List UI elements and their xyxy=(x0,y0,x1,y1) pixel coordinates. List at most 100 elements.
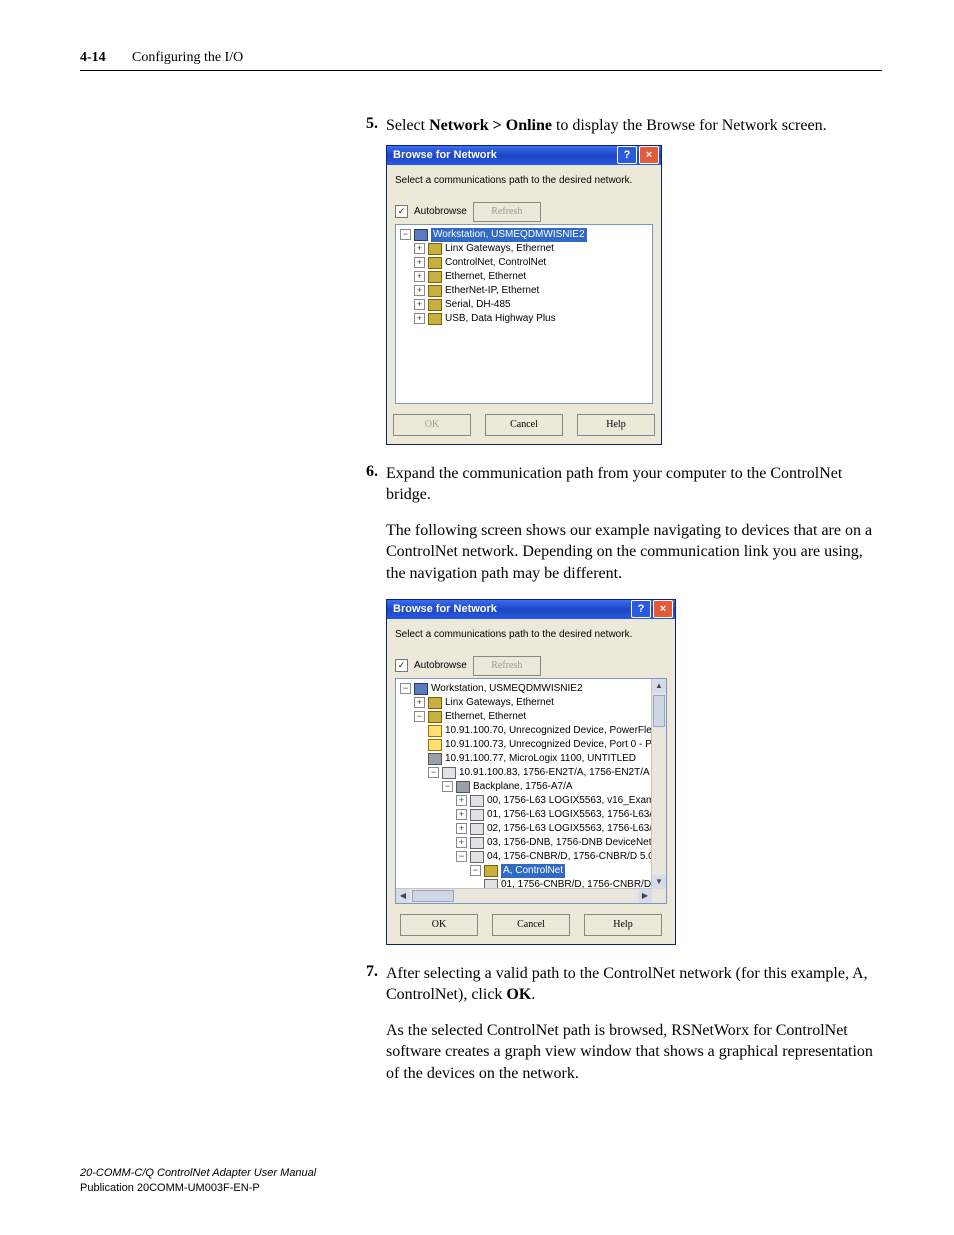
collapse-icon[interactable]: − xyxy=(456,851,467,862)
step-7: 7. After selecting a valid path to the C… xyxy=(350,963,882,1006)
expand-icon[interactable]: + xyxy=(414,285,425,296)
step-text: Expand the communication path from your … xyxy=(386,463,882,506)
help-button[interactable]: Help xyxy=(577,414,655,436)
scroll-up-icon[interactable]: ▲ xyxy=(652,679,666,693)
expand-icon[interactable]: + xyxy=(414,243,425,254)
network-icon xyxy=(428,285,442,297)
expand-icon[interactable]: + xyxy=(414,299,425,310)
help-icon[interactable]: ? xyxy=(631,600,651,618)
scroll-right-icon[interactable]: ▶ xyxy=(638,889,652,903)
tree-item[interactable]: Ethernet, Ethernet xyxy=(445,270,526,284)
expand-icon[interactable]: + xyxy=(456,809,467,820)
pc-icon xyxy=(414,229,428,241)
module-icon xyxy=(470,837,484,849)
dialog-instruction: Select a communications path to the desi… xyxy=(395,629,667,640)
expand-icon[interactable]: + xyxy=(414,697,425,708)
browse-network-dialog-2: Browse for Network ? × Select a communic… xyxy=(386,599,676,945)
text: . xyxy=(531,986,535,1003)
tree-item[interactable]: 02, 1756-L63 LOGIX5563, 1756-L63/A L6x xyxy=(487,822,667,836)
page-header: 4-14 Configuring the I/O xyxy=(80,50,882,71)
collapse-icon[interactable]: − xyxy=(442,781,453,792)
step-text: After selecting a valid path to the Cont… xyxy=(386,963,882,1006)
step-5: 5. Select Network > Online to display th… xyxy=(350,115,882,137)
button-row: OK Cancel Help xyxy=(395,414,653,436)
cancel-button[interactable]: Cancel xyxy=(492,914,570,936)
tree-item[interactable]: USB, Data Highway Plus xyxy=(445,312,556,326)
scrollbar-thumb[interactable] xyxy=(653,695,665,727)
step-6: 6. Expand the communication path from yo… xyxy=(350,463,882,506)
expand-icon[interactable]: + xyxy=(414,313,425,324)
expand-icon[interactable]: + xyxy=(456,837,467,848)
dialog-instruction: Select a communications path to the desi… xyxy=(395,175,653,186)
paragraph: The following screen shows our example n… xyxy=(386,520,882,585)
tree-item[interactable]: Ethernet, Ethernet xyxy=(445,710,526,724)
tree-item[interactable]: ControlNet, ControlNet xyxy=(445,256,546,270)
tree-item[interactable]: Linx Gateways, Ethernet xyxy=(445,242,554,256)
tree-item-selected[interactable]: A, ControlNet xyxy=(501,864,565,878)
tree-item[interactable]: 10.91.100.70, Unrecognized Device, Power… xyxy=(445,724,667,738)
scroll-left-icon[interactable]: ◀ xyxy=(396,889,410,903)
network-tree[interactable]: − Workstation, USMEQDMWISNIE2 + Linx Gatew… xyxy=(395,678,667,904)
tree-item[interactable]: Serial, DH-485 xyxy=(445,298,511,312)
module-icon xyxy=(470,851,484,863)
expand-icon[interactable]: + xyxy=(456,795,467,806)
refresh-button[interactable]: Refresh xyxy=(473,656,541,676)
network-icon xyxy=(428,299,442,311)
tree-item[interactable]: 10.91.100.77, MicroLogix 1100, UNTITLED xyxy=(445,752,636,766)
module-icon xyxy=(470,809,484,821)
vertical-scrollbar[interactable]: ▲▼ xyxy=(651,679,666,889)
tree-item[interactable]: 01, 1756-L63 LOGIX5563, 1756-L63/A L6x xyxy=(487,808,667,822)
tree-item[interactable]: 00, 1756-L63 LOGIX5563, v16_Example_La xyxy=(487,794,667,808)
network-icon xyxy=(428,257,442,269)
menu-path: Network > Online xyxy=(429,117,552,134)
step-number: 6. xyxy=(350,463,378,506)
page-number: 4-14 xyxy=(80,50,132,66)
close-icon[interactable]: × xyxy=(639,146,659,164)
step-number: 5. xyxy=(350,115,378,137)
refresh-button[interactable]: Refresh xyxy=(473,202,541,222)
expand-icon[interactable]: + xyxy=(414,257,425,268)
step-text: Select Network > Online to display the B… xyxy=(386,115,827,137)
horizontal-scrollbar[interactable]: ◀▶ xyxy=(396,888,652,903)
tree-item[interactable]: EtherNet-IP, Ethernet xyxy=(445,284,539,298)
text: After selecting a valid path to the Cont… xyxy=(386,965,868,1004)
scrollbar-corner xyxy=(652,889,666,903)
cancel-button[interactable]: Cancel xyxy=(485,414,563,436)
tree-item[interactable]: Backplane, 1756-A7/A xyxy=(473,780,573,794)
tree-item[interactable]: 04, 1756-CNBR/D, 1756-CNBR/D 5.051 Bui xyxy=(487,850,667,864)
help-button[interactable]: Help xyxy=(584,914,662,936)
autobrowse-checkbox[interactable]: ✓ xyxy=(395,659,408,672)
collapse-icon[interactable]: − xyxy=(470,865,481,876)
ok-button[interactable]: OK xyxy=(400,914,478,936)
help-icon[interactable]: ? xyxy=(617,146,637,164)
tree-item[interactable]: 03, 1756-DNB, 1756-DNB DeviceNet Scann xyxy=(487,836,667,850)
expand-icon[interactable]: + xyxy=(456,823,467,834)
device-icon xyxy=(428,753,442,765)
tree-item[interactable]: Linx Gateways, Ethernet xyxy=(445,696,554,710)
autobrowse-label: Autobrowse xyxy=(414,660,467,671)
module-icon xyxy=(470,795,484,807)
scroll-down-icon[interactable]: ▼ xyxy=(652,875,666,889)
collapse-icon[interactable]: − xyxy=(400,683,411,694)
tree-root[interactable]: Workstation, USMEQDMWISNIE2 xyxy=(431,682,583,696)
tree-item[interactable]: 10.91.100.73, Unrecognized Device, Port … xyxy=(445,738,667,752)
network-tree[interactable]: − Workstation, USMEQDMWISNIE2 + Linx Gatew… xyxy=(395,224,653,404)
close-icon[interactable]: × xyxy=(653,600,673,618)
tree-item[interactable]: 10.91.100.83, 1756-EN2T/A, 1756-EN2T/A xyxy=(459,766,650,780)
toolbar: ✓ Autobrowse Refresh xyxy=(395,202,653,222)
collapse-icon[interactable]: − xyxy=(414,711,425,722)
expand-icon[interactable]: + xyxy=(414,271,425,282)
collapse-icon[interactable]: − xyxy=(400,229,411,240)
backplane-icon xyxy=(456,781,470,793)
tree-root[interactable]: Workstation, USMEQDMWISNIE2 xyxy=(431,228,587,242)
toolbar: ✓ Autobrowse Refresh xyxy=(395,656,667,676)
collapse-icon[interactable]: − xyxy=(428,767,439,778)
autobrowse-checkbox[interactable]: ✓ xyxy=(395,205,408,218)
step-number: 7. xyxy=(350,963,378,1006)
scrollbar-thumb[interactable] xyxy=(412,890,454,902)
ok-button[interactable]: OK xyxy=(393,414,471,436)
page-footer: 20-COMM-C/Q ControlNet Adapter User Manu… xyxy=(80,1166,316,1195)
network-icon xyxy=(428,711,442,723)
button-row: OK Cancel Help xyxy=(395,914,667,936)
publication-number: Publication 20COMM-UM003F-EN-P xyxy=(80,1181,316,1195)
